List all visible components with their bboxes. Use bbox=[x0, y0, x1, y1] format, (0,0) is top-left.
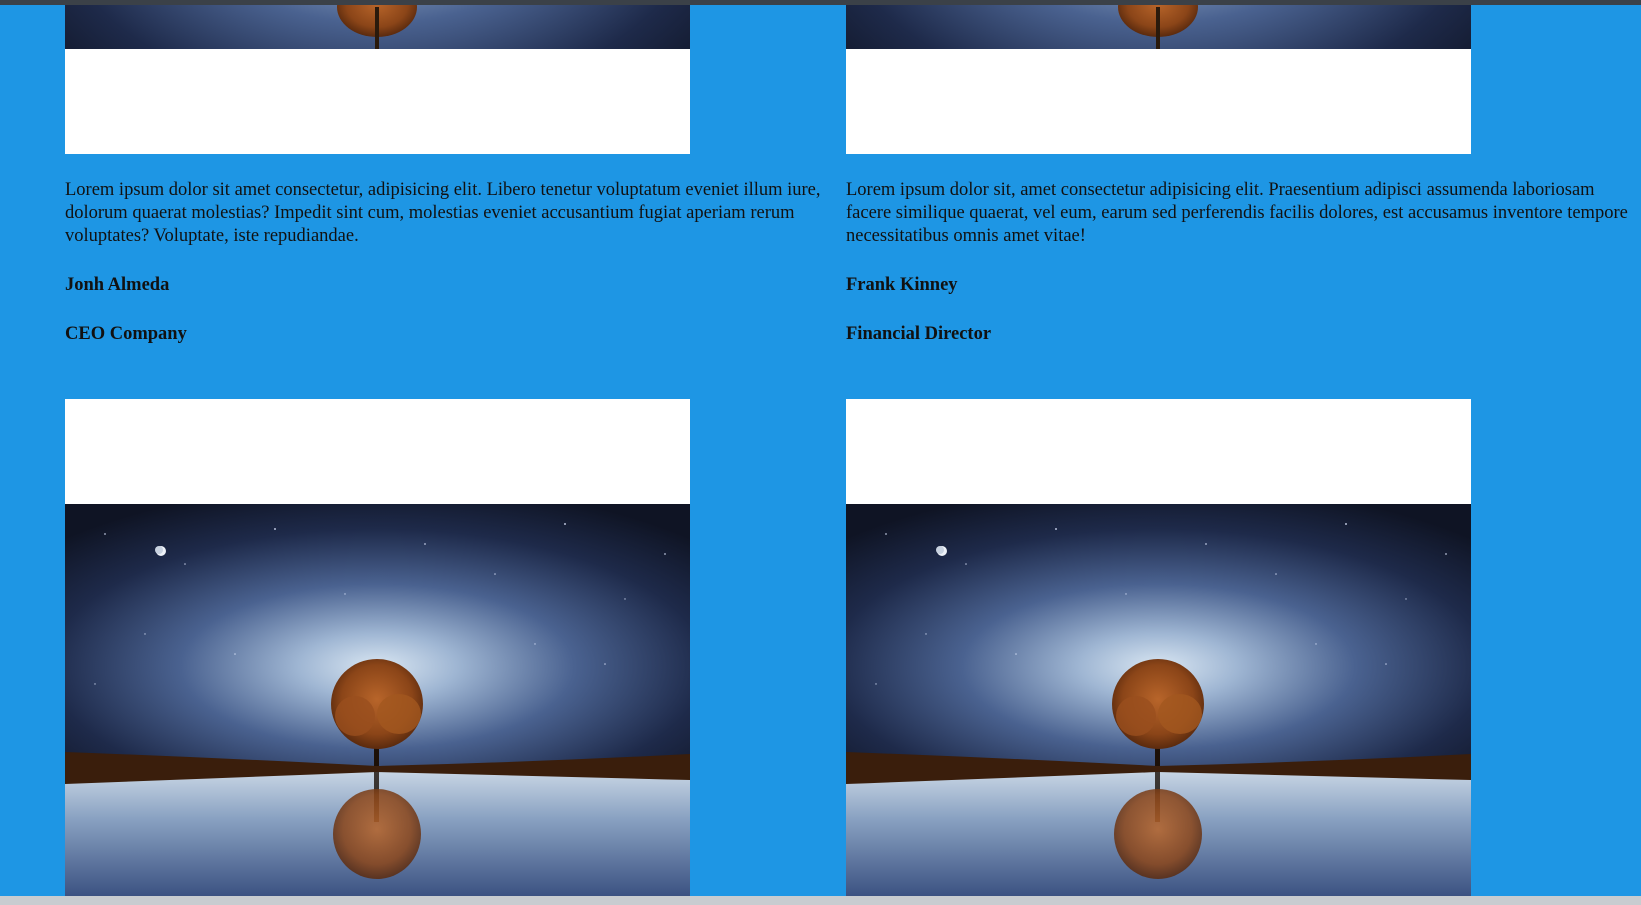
photo-caption-area-1 bbox=[65, 49, 690, 154]
testimonial-photo-1 bbox=[65, 5, 690, 49]
testimonial-quote-1: Lorem ipsum dolor sit amet consectetur, … bbox=[65, 180, 821, 246]
testimonial-card-4 bbox=[846, 399, 1626, 896]
photo-caption-area-2 bbox=[846, 49, 1471, 154]
night-tree-photo bbox=[846, 504, 1471, 896]
testimonial-role-1: CEO Company bbox=[65, 324, 187, 344]
testimonial-photo-4 bbox=[846, 504, 1471, 896]
testimonial-quote-2: Lorem ipsum dolor sit, amet consectetur … bbox=[846, 180, 1628, 246]
testimonial-card-1: Lorem ipsum dolor sit amet consectetur, … bbox=[65, 0, 845, 360]
testimonial-photo-3 bbox=[65, 504, 690, 896]
window-bottom-edge bbox=[0, 896, 1641, 905]
night-tree-photo bbox=[65, 504, 690, 896]
testimonial-role-2: Financial Director bbox=[846, 324, 992, 344]
testimonial-name-1: Jonh Almeda bbox=[65, 275, 170, 295]
night-tree-photo bbox=[65, 5, 690, 49]
photo-caption-area-4 bbox=[846, 399, 1471, 504]
testimonial-photo-2 bbox=[846, 5, 1471, 49]
testimonial-card-3 bbox=[65, 399, 845, 896]
testimonial-card-2: Lorem ipsum dolor sit, amet consectetur … bbox=[846, 0, 1628, 360]
testimonial-name-2: Frank Kinney bbox=[846, 275, 958, 295]
night-tree-photo bbox=[846, 5, 1471, 49]
photo-caption-area-3 bbox=[65, 399, 690, 504]
